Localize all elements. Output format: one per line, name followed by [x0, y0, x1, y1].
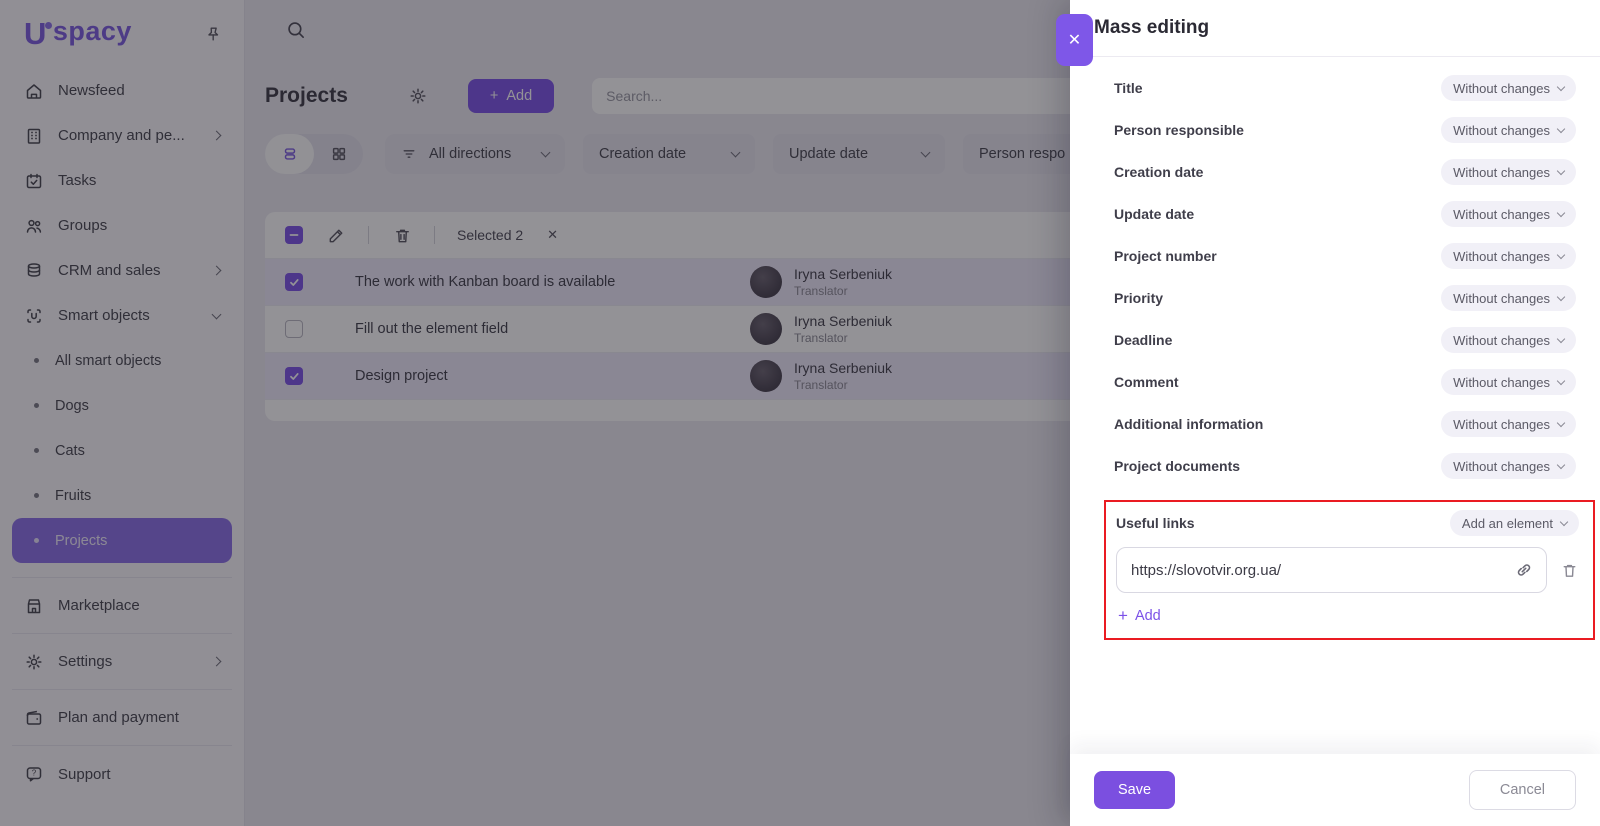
pill-label: Without changes: [1453, 375, 1550, 390]
field-row-useful-links: Useful links Add an element: [1116, 508, 1579, 538]
field-mode-select[interactable]: Without changes: [1441, 243, 1576, 269]
close-panel-button[interactable]: ✕: [1056, 14, 1093, 66]
field-mode-select[interactable]: Without changes: [1441, 159, 1576, 185]
field-mode-select[interactable]: Without changes: [1441, 369, 1576, 395]
pill-label: Without changes: [1453, 291, 1550, 306]
field-row-update-date: Update date Without changes: [1114, 193, 1576, 235]
save-button[interactable]: Save: [1094, 771, 1175, 809]
field-label: Priority: [1114, 290, 1163, 306]
field-row-title: Title Without changes: [1114, 67, 1576, 109]
field-mode-select[interactable]: Without changes: [1441, 327, 1576, 353]
cancel-button[interactable]: Cancel: [1469, 770, 1576, 810]
field-row-comment: Comment Without changes: [1114, 361, 1576, 403]
field-mode-select[interactable]: Without changes: [1441, 285, 1576, 311]
field-row-priority: Priority Without changes: [1114, 277, 1576, 319]
field-label: Title: [1114, 80, 1143, 96]
delete-link-button[interactable]: [1560, 561, 1579, 580]
chevron-down-icon: [1557, 82, 1565, 90]
panel-header: Mass editing: [1070, 0, 1600, 57]
pill-label: Without changes: [1453, 417, 1550, 432]
modal-backdrop[interactable]: [0, 0, 1070, 826]
panel-footer: Save Cancel: [1070, 754, 1600, 826]
url-row: [1116, 547, 1579, 593]
add-link-label: Add: [1135, 608, 1161, 624]
field-label: Update date: [1114, 206, 1194, 222]
field-label: Project number: [1114, 248, 1217, 264]
field-row-project-number: Project number Without changes: [1114, 235, 1576, 277]
link-icon: [1514, 560, 1534, 580]
pill-label: Add an element: [1462, 516, 1553, 531]
chevron-down-icon: [1557, 460, 1565, 468]
field-label: Comment: [1114, 374, 1179, 390]
chevron-down-icon: [1557, 208, 1565, 216]
chevron-down-icon: [1557, 250, 1565, 258]
chevron-down-icon: [1557, 376, 1565, 384]
add-link-button[interactable]: + Add: [1116, 605, 1163, 626]
field-label: Project documents: [1114, 458, 1240, 474]
field-mode-select[interactable]: Without changes: [1441, 411, 1576, 437]
field-label: Useful links: [1116, 515, 1195, 531]
field-label: Additional information: [1114, 416, 1263, 432]
uspacy-app: U spacy Newsfeed Company and pe...: [0, 0, 1600, 826]
pill-label: Without changes: [1453, 207, 1550, 222]
chevron-down-icon: [1557, 166, 1565, 174]
field-mode-select[interactable]: Without changes: [1441, 201, 1576, 227]
field-label: Person responsible: [1114, 122, 1244, 138]
trash-icon: [1560, 561, 1579, 580]
plus-icon: +: [1118, 607, 1128, 624]
pill-label: Without changes: [1453, 249, 1550, 264]
field-mode-select[interactable]: Without changes: [1441, 117, 1576, 143]
mass-editing-panel: ✕ Mass editing Title Without changes Per…: [1070, 0, 1600, 826]
field-row-additional-information: Additional information Without changes: [1114, 403, 1576, 445]
panel-body: Title Without changes Person responsible…: [1070, 57, 1600, 640]
field-label: Deadline: [1114, 332, 1172, 348]
pill-label: Without changes: [1453, 459, 1550, 474]
chevron-down-icon: [1557, 292, 1565, 300]
pill-label: Without changes: [1453, 123, 1550, 138]
field-label: Creation date: [1114, 164, 1203, 180]
chevron-down-icon: [1557, 124, 1565, 132]
useful-links-section-highlighted: Useful links Add an element +: [1104, 500, 1595, 640]
pill-label: Without changes: [1453, 333, 1550, 348]
field-row-deadline: Deadline Without changes: [1114, 319, 1576, 361]
chevron-down-icon: [1557, 334, 1565, 342]
pill-label: Without changes: [1453, 81, 1550, 96]
pill-label: Without changes: [1453, 165, 1550, 180]
close-icon: ✕: [1068, 32, 1081, 49]
field-mode-select[interactable]: Without changes: [1441, 453, 1576, 479]
useful-link-input[interactable]: [1116, 547, 1547, 593]
chevron-down-icon: [1560, 517, 1568, 525]
field-mode-select[interactable]: Without changes: [1441, 75, 1576, 101]
field-row-person-responsible: Person responsible Without changes: [1114, 109, 1576, 151]
panel-title: Mass editing: [1094, 17, 1209, 39]
field-row-project-documents: Project documents Without changes: [1114, 445, 1576, 487]
add-an-element-select[interactable]: Add an element: [1450, 510, 1579, 536]
field-row-creation-date: Creation date Without changes: [1114, 151, 1576, 193]
chevron-down-icon: [1557, 418, 1565, 426]
